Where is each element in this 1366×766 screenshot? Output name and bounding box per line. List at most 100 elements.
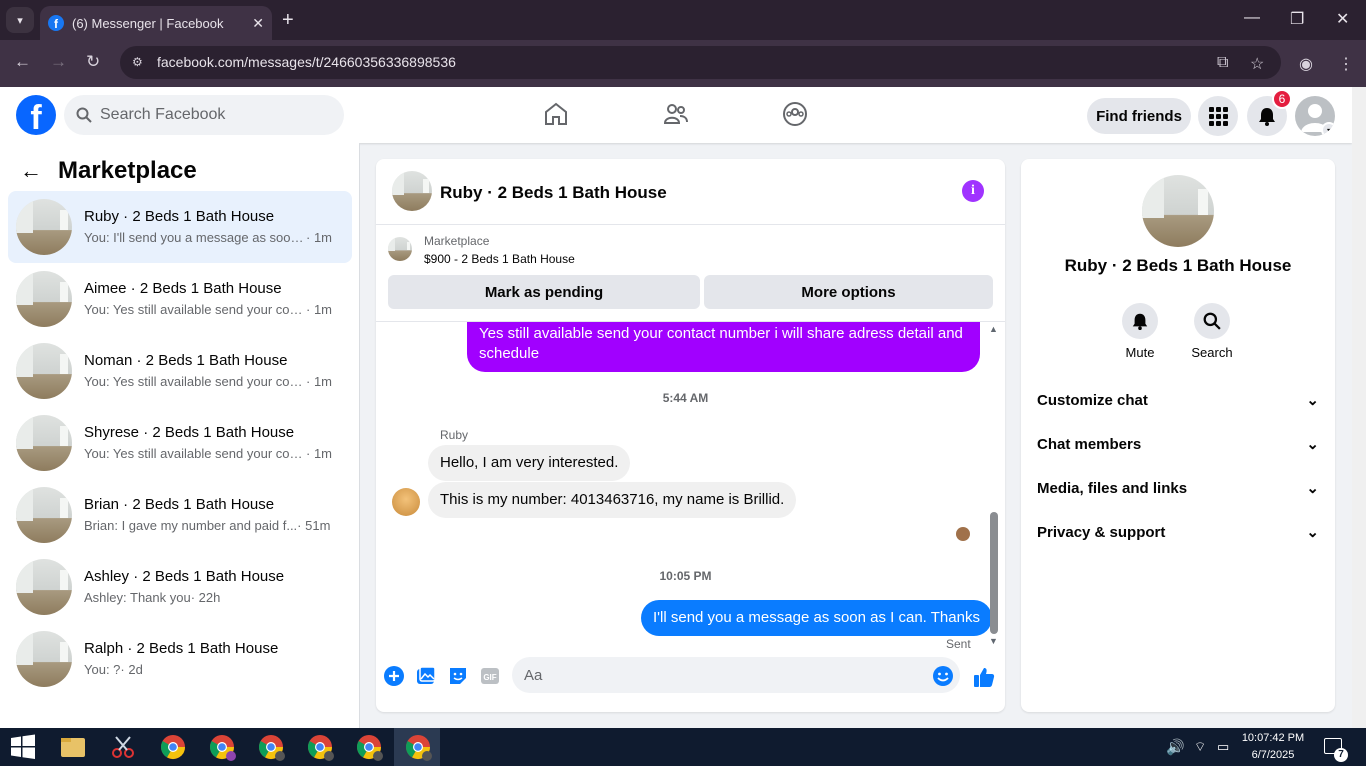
media-files-links-row[interactable]: Media, files and links ⌄ (1029, 466, 1327, 510)
clock-time[interactable]: 10:07:42 PM (1236, 732, 1310, 744)
conversation-preview: You: Yes still available send your cont.… (84, 302, 306, 317)
incoming-message[interactable]: This is my number: 4013463716, my name i… (428, 482, 797, 518)
plus-circle-icon[interactable] (383, 665, 405, 687)
scroll-down-icon[interactable]: ▼ (989, 636, 998, 646)
wifi-icon[interactable]: ⌔ (1194, 739, 1206, 755)
groups-icon[interactable] (782, 101, 808, 127)
address-bar[interactable]: ⚙ facebook.com/messages/t/24660356336898… (120, 46, 1281, 79)
conversation-time: · 1m (306, 374, 332, 389)
scrollbar-thumb[interactable] (990, 512, 998, 634)
site-info-icon[interactable]: ⚙ (132, 55, 146, 69)
chrome-profile-icon[interactable] (354, 732, 384, 762)
listing-thumbnail (388, 237, 412, 261)
more-options-button[interactable]: More options (704, 275, 993, 309)
tab-search-dropdown[interactable]: ▾ (6, 7, 34, 33)
outgoing-message[interactable]: Yes still available send your contact nu… (467, 322, 980, 372)
scroll-up-icon[interactable]: ▲ (989, 324, 998, 334)
conversation-item[interactable]: Ralph · 2 Beds 1 Bath House You: ? · 2d (8, 623, 352, 695)
gif-icon[interactable]: GIF (479, 665, 501, 687)
chevron-down-icon: ▾ (1321, 122, 1335, 136)
conversation-item[interactable]: Shyrese · 2 Beds 1 Bath House You: Yes s… (8, 407, 352, 479)
reload-icon[interactable]: ↻ (86, 52, 100, 72)
install-app-icon[interactable]: ⧉ (1217, 54, 1228, 72)
thumbs-up-icon[interactable] (972, 665, 996, 689)
chrome-icon[interactable] (158, 732, 188, 762)
page-scrollbar[interactable] (1352, 87, 1366, 728)
conversation-name: Shyrese · 2 Beds 1 Bath House (84, 424, 295, 441)
back-icon[interactable]: ← (14, 52, 31, 72)
sticker-icon[interactable] (447, 665, 469, 687)
battery-icon[interactable]: ▭ (1217, 739, 1229, 755)
window-close-icon[interactable]: ✕ (1336, 9, 1349, 29)
conversation-item[interactable]: Ruby · 2 Beds 1 Bath House You: I'll sen… (8, 191, 352, 263)
chat-avatar[interactable] (392, 171, 432, 211)
clock-date[interactable]: 6/7/2025 (1236, 749, 1310, 761)
conversation-item[interactable]: Noman · 2 Beds 1 Bath House You: Yes sti… (8, 335, 352, 407)
friends-icon[interactable] (663, 101, 689, 127)
conversation-name: Ruby · 2 Beds 1 Bath House (84, 208, 275, 225)
message-input[interactable] (512, 657, 960, 693)
conversation-item[interactable]: Aimee · 2 Beds 1 Bath House You: Yes sti… (8, 263, 352, 335)
search-input[interactable] (100, 95, 336, 135)
info-icon[interactable]: i (962, 180, 984, 202)
conversation-time: · 1m (306, 446, 332, 461)
conversation-item[interactable]: Brian · 2 Beds 1 Bath House Brian: I gav… (8, 479, 352, 551)
conversation-item[interactable]: Ashley · 2 Beds 1 Bath House Ashley: Tha… (8, 551, 352, 623)
menu-kebab-icon[interactable]: ⋮ (1338, 54, 1354, 74)
profile-icon[interactable]: ◉ (1299, 54, 1313, 74)
photo-icon[interactable] (415, 665, 437, 687)
chat-info-avatar[interactable] (1142, 175, 1214, 247)
search-action[interactable]: Search (1182, 303, 1242, 360)
conversation-preview: You: I'll send you a message as soon ... (84, 230, 306, 245)
facebook-logo-icon[interactable]: f (16, 95, 56, 135)
url-text[interactable]: facebook.com/messages/t/2466035633689853… (157, 54, 456, 70)
bell-icon (1132, 313, 1148, 330)
chrome-profile-icon[interactable] (256, 732, 286, 762)
conversation-preview: You: ? (84, 662, 121, 677)
volume-icon[interactable]: 🔊 (1166, 738, 1185, 756)
windows-taskbar: 🔊 ⌔ ▭ 10:07:42 PM 6/7/2025 7 (0, 728, 1366, 766)
chat-title[interactable]: Ruby · 2 Beds 1 Bath House (440, 183, 667, 203)
chat-members-row[interactable]: Chat members ⌄ (1029, 422, 1327, 466)
chat-info-name: Ruby · 2 Beds 1 Bath House (1064, 256, 1292, 275)
forward-icon[interactable]: → (50, 52, 67, 72)
mark-as-pending-button[interactable]: Mark as pending (388, 275, 700, 309)
privacy-support-row[interactable]: Privacy & support ⌄ (1029, 510, 1327, 554)
incoming-message[interactable]: Hello, I am very interested. (428, 445, 631, 481)
sender-avatar[interactable] (392, 488, 420, 516)
account-avatar[interactable]: ▾ (1295, 96, 1335, 136)
menu-grid-button[interactable] (1198, 96, 1238, 136)
svg-text:GIF: GIF (483, 673, 496, 682)
mute-action[interactable]: Mute (1110, 303, 1170, 360)
facebook-search[interactable] (64, 95, 344, 135)
chrome-profile-icon[interactable] (207, 732, 237, 762)
conversation-time: · 22h (190, 590, 221, 605)
home-icon[interactable] (543, 101, 569, 127)
find-friends-button[interactable]: Find friends (1087, 98, 1191, 134)
file-explorer-icon[interactable] (58, 732, 88, 762)
snipping-tool-icon[interactable] (108, 732, 138, 762)
close-tab-icon[interactable]: ✕ (252, 15, 264, 32)
conversation-preview: Ashley: Thank you (84, 590, 191, 605)
minimize-icon[interactable]: — (1244, 9, 1260, 27)
windows-start-icon[interactable] (8, 732, 38, 762)
browser-tab-messenger[interactable]: f (6) Messenger | Facebook ✕ (40, 6, 272, 40)
new-tab-icon[interactable]: + (282, 9, 294, 32)
listing-title[interactable]: $900 - 2 Beds 1 Bath House (424, 252, 575, 266)
marketplace-conversation-list: ← Marketplace Ruby · 2 Beds 1 Bath House… (0, 143, 360, 728)
outgoing-message[interactable]: I'll send you a message as soon as I can… (641, 600, 992, 636)
timestamp: 10:05 PM (659, 569, 712, 583)
bookmark-star-icon[interactable]: ☆ (1250, 54, 1264, 74)
message-composer: GIF (376, 652, 1005, 712)
listing-thumbnail (16, 271, 72, 327)
back-arrow-icon[interactable]: ← (20, 158, 42, 184)
chrome-profile-icon[interactable] (403, 732, 433, 762)
chrome-profile-icon[interactable] (305, 732, 335, 762)
tab-title: (6) Messenger | Facebook (72, 15, 224, 31)
facebook-favicon-icon: f (48, 15, 64, 31)
restore-icon[interactable]: ❐ (1290, 9, 1304, 29)
chevron-down-icon: ⌄ (1306, 524, 1319, 541)
emoji-icon[interactable] (932, 665, 954, 687)
marketplace-listing-box: Marketplace $900 - 2 Beds 1 Bath House M… (376, 225, 1005, 322)
customize-chat-row[interactable]: Customize chat ⌄ (1029, 378, 1327, 422)
